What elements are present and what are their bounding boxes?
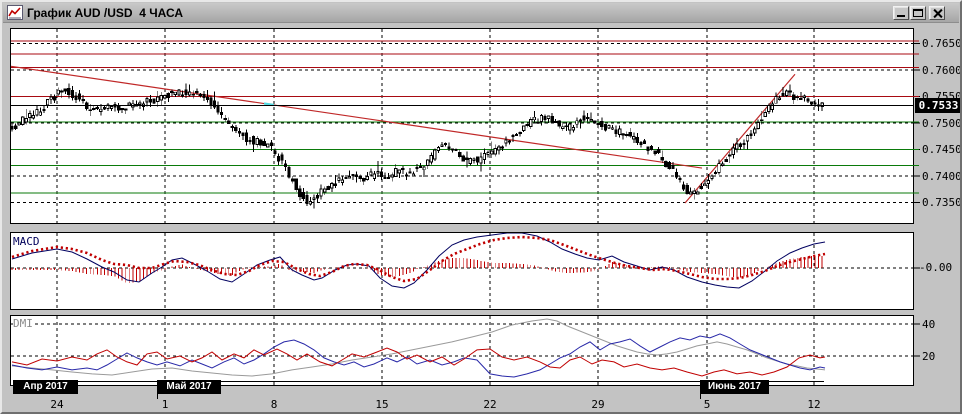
- dmi-panel-label: DMI: [13, 317, 33, 330]
- dmi-tick-40: 40: [922, 318, 936, 331]
- macd-panel-label: MACD: [13, 235, 40, 248]
- date-axis-label: 22: [483, 398, 497, 411]
- price-panel[interactable]: [10, 28, 921, 224]
- date-axis-label: 15: [375, 398, 389, 411]
- month-label: Июнь 2017: [700, 380, 769, 394]
- date-axis-label: 24: [50, 398, 64, 411]
- dmi-tick-20: 20: [922, 350, 936, 363]
- dmi-panel[interactable]: [10, 315, 921, 400]
- date-axis-label: 1: [161, 398, 169, 411]
- month-label: Апр 2017: [13, 380, 78, 394]
- date-axis-label: 5: [703, 398, 711, 411]
- price-axis-label: 0.7600: [922, 64, 962, 77]
- macd-panel[interactable]: [10, 232, 921, 310]
- current-price-badge: 0.7533: [915, 98, 960, 113]
- chart-window: График AUD /USD 4 ЧАСА 0.7650 0.7600 0.755…: [0, 0, 962, 414]
- trendline-highlight: [263, 102, 275, 107]
- date-axis-label: 12: [807, 398, 821, 411]
- price-axis-label: 0.7350: [922, 196, 962, 209]
- price-axis-label: 0.7500: [922, 117, 962, 130]
- price-axis-label: 0.7650: [922, 37, 962, 50]
- month-label: Май 2017: [157, 380, 221, 394]
- date-axis-label: 8: [270, 398, 278, 411]
- price-axis-label: 0.7400: [922, 170, 962, 183]
- macd-zero-value: -0.00: [919, 261, 953, 274]
- chart-canvas[interactable]: [2, 2, 962, 414]
- date-axis-label: 29: [591, 398, 605, 411]
- price-axis-label: 0.7450: [922, 143, 962, 156]
